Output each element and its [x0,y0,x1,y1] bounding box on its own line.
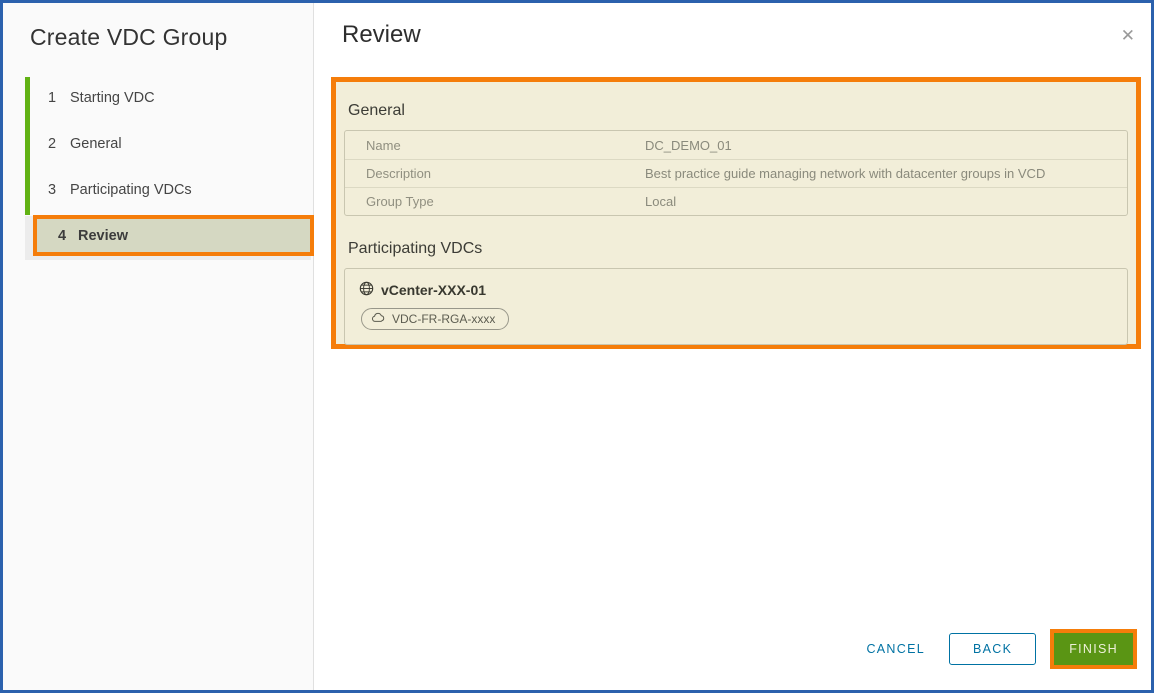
row-value: DC_DEMO_01 [645,138,732,153]
step-participating-vdcs[interactable]: 3 Participating VDCs [3,167,313,213]
create-vdc-group-dialog: Create VDC Group 1 Starting VDC 2 Genera… [0,0,1154,693]
completed-steps-bar [25,77,30,215]
step-general[interactable]: 2 General [3,121,313,167]
row-label: Name [345,138,645,153]
wizard-main-panel: Review ✕ General Name DC_DEMO_01 Descrip… [314,3,1151,690]
table-row: Name DC_DEMO_01 [345,131,1127,159]
row-label: Group Type [345,194,645,209]
wizard-title: Create VDC Group [30,24,228,51]
vcenter-entry: vCenter-XXX-01 [359,281,1113,299]
vdc-chip-label: VDC-FR-RGA-xxxx [392,312,495,326]
vcenter-name: vCenter-XXX-01 [381,282,486,298]
close-icon[interactable]: ✕ [1121,27,1135,44]
step-label: Review [78,228,128,244]
finish-annotation-box: FINISH [1050,629,1137,669]
table-row: Description Best practice guide managing… [345,159,1127,187]
back-button[interactable]: BACK [949,633,1036,665]
row-value: Best practice guide managing network wit… [645,166,1045,181]
row-value: Local [645,194,676,209]
step-label: Participating VDCs [70,182,192,198]
participating-vdcs-section-title: Participating VDCs [348,240,1128,258]
step-review[interactable]: 4 Review [33,215,314,256]
wizard-stepper: 1 Starting VDC 2 General 3 Participating… [3,75,313,265]
step-label: Starting VDC [70,90,155,106]
step-starting-vdc[interactable]: 1 Starting VDC [3,75,313,121]
step-review-zone: 4 Review [3,215,313,265]
cloud-icon [371,311,386,327]
step-number: 3 [48,182,70,198]
step-number: 4 [58,228,78,244]
table-row: Group Type Local [345,187,1127,215]
step-label: General [70,136,122,152]
globe-icon [359,281,374,299]
finish-button[interactable]: FINISH [1054,633,1133,665]
general-section-title: General [348,102,1128,120]
row-label: Description [345,166,645,181]
wizard-footer: CANCEL BACK FINISH [866,629,1137,669]
cancel-button[interactable]: CANCEL [866,642,925,656]
review-annotation-box: General Name DC_DEMO_01 Description Best… [331,77,1141,349]
general-review-table: Name DC_DEMO_01 Description Best practic… [344,130,1128,216]
step-number: 2 [48,136,70,152]
vdc-chip: VDC-FR-RGA-xxxx [361,308,509,330]
participating-vdcs-card: vCenter-XXX-01 VDC-FR-RGA-xxxx [344,268,1128,345]
wizard-sidebar: Create VDC Group 1 Starting VDC 2 Genera… [3,3,314,690]
step-number: 1 [48,90,70,106]
page-title: Review [342,21,421,49]
